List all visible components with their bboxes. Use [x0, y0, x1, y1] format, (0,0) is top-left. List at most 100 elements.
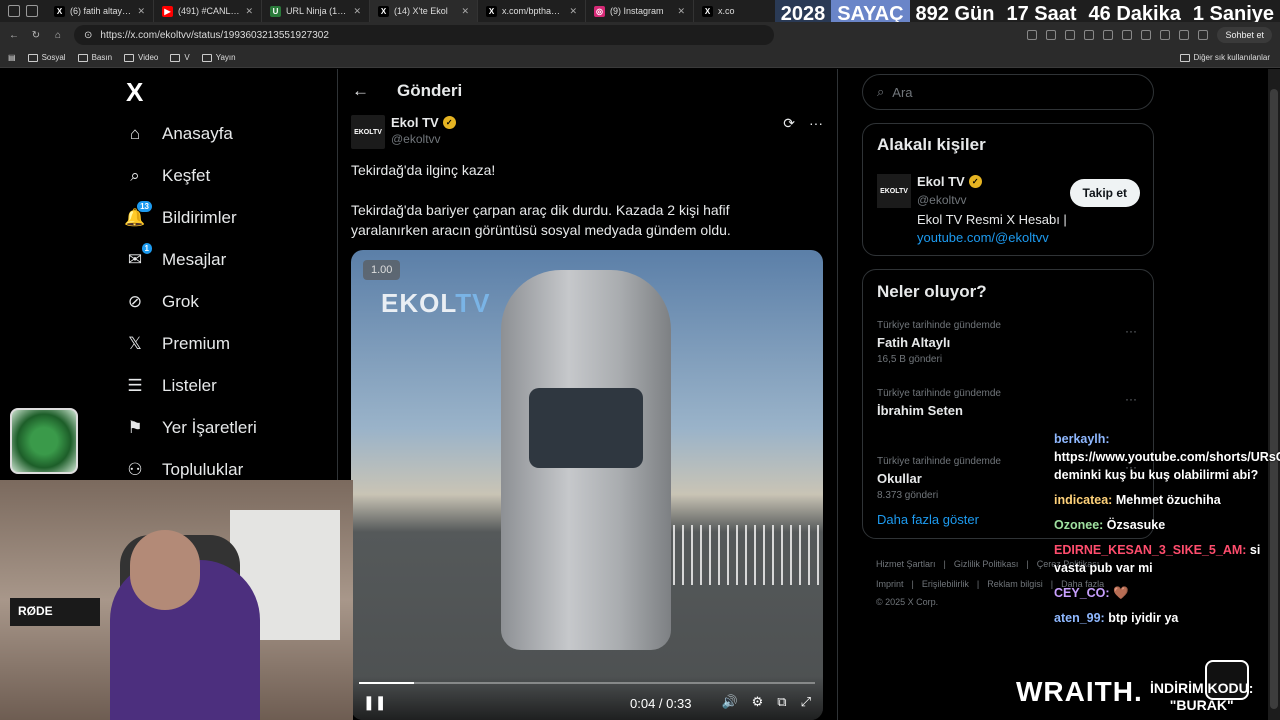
bookmark-folder[interactable]: Sosyal — [27, 53, 66, 62]
footer-separator: | — [976, 579, 980, 589]
related-title: Alakalı kişiler — [877, 135, 986, 154]
bookmark-folder[interactable]: V — [170, 53, 190, 62]
search-input[interactable]: ⌕ Ara — [862, 74, 1154, 110]
grok-icon: ⊘ — [127, 292, 143, 311]
pause-icon[interactable]: ❚❚ — [363, 694, 386, 711]
more-options-icon[interactable]: ··· — [1125, 392, 1137, 406]
trend-item[interactable]: Türkiye tarihinde gündemde İbrahim Seten — [877, 388, 1001, 418]
tab-close-icon[interactable]: ✕ — [569, 6, 577, 17]
read-aloud-icon[interactable] — [1065, 30, 1076, 40]
browser-tab[interactable]: ▶ (491) #CANLI Rem... ✕ — [154, 0, 262, 22]
author-handle[interactable]: @ekoltvv — [391, 132, 441, 146]
browser-tab[interactable]: Xx.com/bpthaber/st... ✕ — [478, 0, 586, 22]
zoom-icon[interactable] — [1046, 30, 1057, 40]
folder-icon — [170, 53, 181, 62]
nav-item-bell[interactable]: 🔔 13 Bildirimler — [124, 201, 237, 229]
trend-name: İbrahim Seten — [877, 403, 963, 418]
chat-message: aten_99: btp iyidir ya — [1054, 609, 1276, 627]
video-player[interactable]: 1.00 EKOLTV ❚❚ 0:04 / 0:33 🔊 ⚙ ⧉ ⤢ — [351, 250, 823, 720]
extension-icon[interactable] — [1103, 30, 1114, 40]
follow-button[interactable]: Takip et — [1069, 179, 1140, 207]
tab-favicon-icon: X — [486, 5, 497, 17]
back-icon[interactable]: ← — [6, 30, 22, 41]
bookmarks-menu-icon[interactable]: ▤ — [8, 53, 16, 62]
related-handle[interactable]: @ekoltvv — [917, 193, 967, 207]
other-bookmarks[interactable]: Diğer sık kullanılanlar — [1179, 53, 1270, 62]
extension-icon[interactable] — [1141, 30, 1152, 40]
chat-text: Özsasuke — [1106, 518, 1166, 532]
url-field[interactable]: ⊙ https://x.com/ekoltvv/status/199360321… — [74, 25, 774, 45]
bookmark-icon: ⚑ — [127, 418, 143, 437]
window-icon[interactable] — [8, 5, 20, 17]
nav-item-search[interactable]: ⌕ Keşfet — [124, 165, 210, 187]
browser-tab[interactable]: X (6) fatih altaylı - Ar... ✕ — [46, 0, 154, 22]
chat-username: indicatea: — [1054, 493, 1113, 507]
nav-item-grok[interactable]: ⊘ Grok — [124, 291, 199, 313]
tab-title: x.co — [718, 6, 735, 16]
footer-link[interactable]: Hizmet Şartları — [876, 559, 936, 569]
more-options-icon[interactable]: ··· — [1125, 324, 1137, 338]
search-placeholder: Ara — [892, 84, 913, 100]
related-name[interactable]: Ekol TV ✓ — [917, 174, 982, 189]
video-progress-bar[interactable] — [359, 682, 815, 684]
tab-close-icon[interactable]: ✕ — [137, 6, 145, 17]
tab-close-icon[interactable]: ✕ — [461, 6, 469, 17]
nav-item-bookmark[interactable]: ⚑ Yer İşaretleri — [124, 417, 257, 439]
author-name[interactable]: Ekol TV ✓ — [391, 115, 456, 130]
volume-icon[interactable]: 🔊 — [721, 694, 737, 710]
home-icon[interactable]: ⌂ — [50, 30, 66, 41]
profile-icon[interactable] — [1198, 30, 1209, 40]
fullscreen-icon[interactable]: ⤢ — [801, 694, 811, 710]
favorite-icon[interactable] — [1084, 30, 1095, 40]
browser-tab[interactable]: X (14) X'te Ekol ✕ — [370, 0, 478, 22]
bookmark-folder[interactable]: Video — [124, 53, 158, 62]
related-link[interactable]: youtube.com/@ekoltvv — [917, 230, 1049, 245]
tab-close-icon[interactable]: ✕ — [677, 6, 685, 17]
tab-close-icon[interactable]: ✕ — [353, 6, 361, 17]
browser-tab[interactable]: U URL Ninja (146) ✕ — [262, 0, 370, 22]
verified-badge-icon: ✓ — [442, 116, 456, 129]
nav-item-label: Yer İşaretleri — [162, 418, 257, 437]
nav-item-list[interactable]: ☰ Listeler — [124, 375, 217, 397]
author-avatar[interactable]: EKOLTV — [351, 115, 385, 149]
copilot-chat-button[interactable]: Sohbet et — [1217, 27, 1272, 43]
extension-icon[interactable] — [1027, 30, 1038, 40]
footer-link[interactable]: Gizlilik Politikası — [954, 559, 1019, 569]
more-options-icon[interactable]: ··· — [809, 115, 823, 132]
nav-item-mail[interactable]: ✉ 1 Mesajlar — [124, 243, 226, 271]
reload-icon[interactable]: ↻ — [28, 30, 44, 41]
microphone-brand: RØDE — [10, 598, 100, 626]
grok-explain-icon[interactable]: ⟳ — [783, 115, 795, 132]
related-avatar[interactable]: EKOLTV — [877, 174, 911, 208]
nav-item-home[interactable]: ⌂ Anasayfa — [124, 123, 233, 145]
extension-icon[interactable] — [1122, 30, 1133, 40]
extension-icon[interactable] — [1160, 30, 1171, 40]
url-text: https://x.com/ekoltvv/status/19936032135… — [100, 29, 329, 41]
site-info-icon[interactable]: ⊙ — [84, 30, 92, 41]
playback-speed[interactable]: 1.00 — [363, 260, 401, 280]
back-arrow-icon[interactable]: ← — [352, 81, 369, 101]
footer-link[interactable]: Erişilebilirlik — [922, 579, 969, 589]
tab-close-icon[interactable]: ✕ — [245, 6, 253, 17]
browser-tab[interactable]: ◎ (9) Instagram ✕ — [586, 0, 694, 22]
footer-link[interactable]: Imprint — [876, 579, 904, 589]
trend-item[interactable]: Türkiye tarihinde gündemde Okullar 8.373 g… — [877, 456, 1001, 501]
nav-item-label: Listeler — [162, 376, 217, 395]
bookmark-folder[interactable]: Basın — [77, 53, 112, 62]
trend-item[interactable]: Türkiye tarihinde gündemde Fatih Altaylı 1… — [877, 320, 1001, 365]
window-controls[interactable] — [0, 5, 46, 17]
video-time: 0:04 / 0:33 — [630, 696, 692, 711]
settings-icon[interactable]: ⚙ — [752, 694, 764, 710]
x-logo-icon[interactable]: X — [126, 77, 143, 108]
show-more-link[interactable]: Daha fazla göster — [877, 512, 979, 527]
tab-actions-icon[interactable] — [26, 5, 38, 17]
pip-icon[interactable]: ⧉ — [777, 694, 786, 710]
tab-title: (14) X'te Ekol — [394, 6, 448, 16]
trend-name: Fatih Altaylı — [877, 335, 951, 350]
collections-icon[interactable] — [1179, 30, 1190, 40]
bookmark-folder[interactable]: Yayın — [201, 53, 236, 62]
bookmark-label: Yayın — [215, 53, 236, 62]
nav-item-communities[interactable]: ⚇ Topluluklar — [124, 459, 243, 481]
nav-item-x-premium[interactable]: 𝕏 Premium — [124, 333, 230, 355]
footer-link[interactable]: Reklam bilgisi — [987, 579, 1043, 589]
